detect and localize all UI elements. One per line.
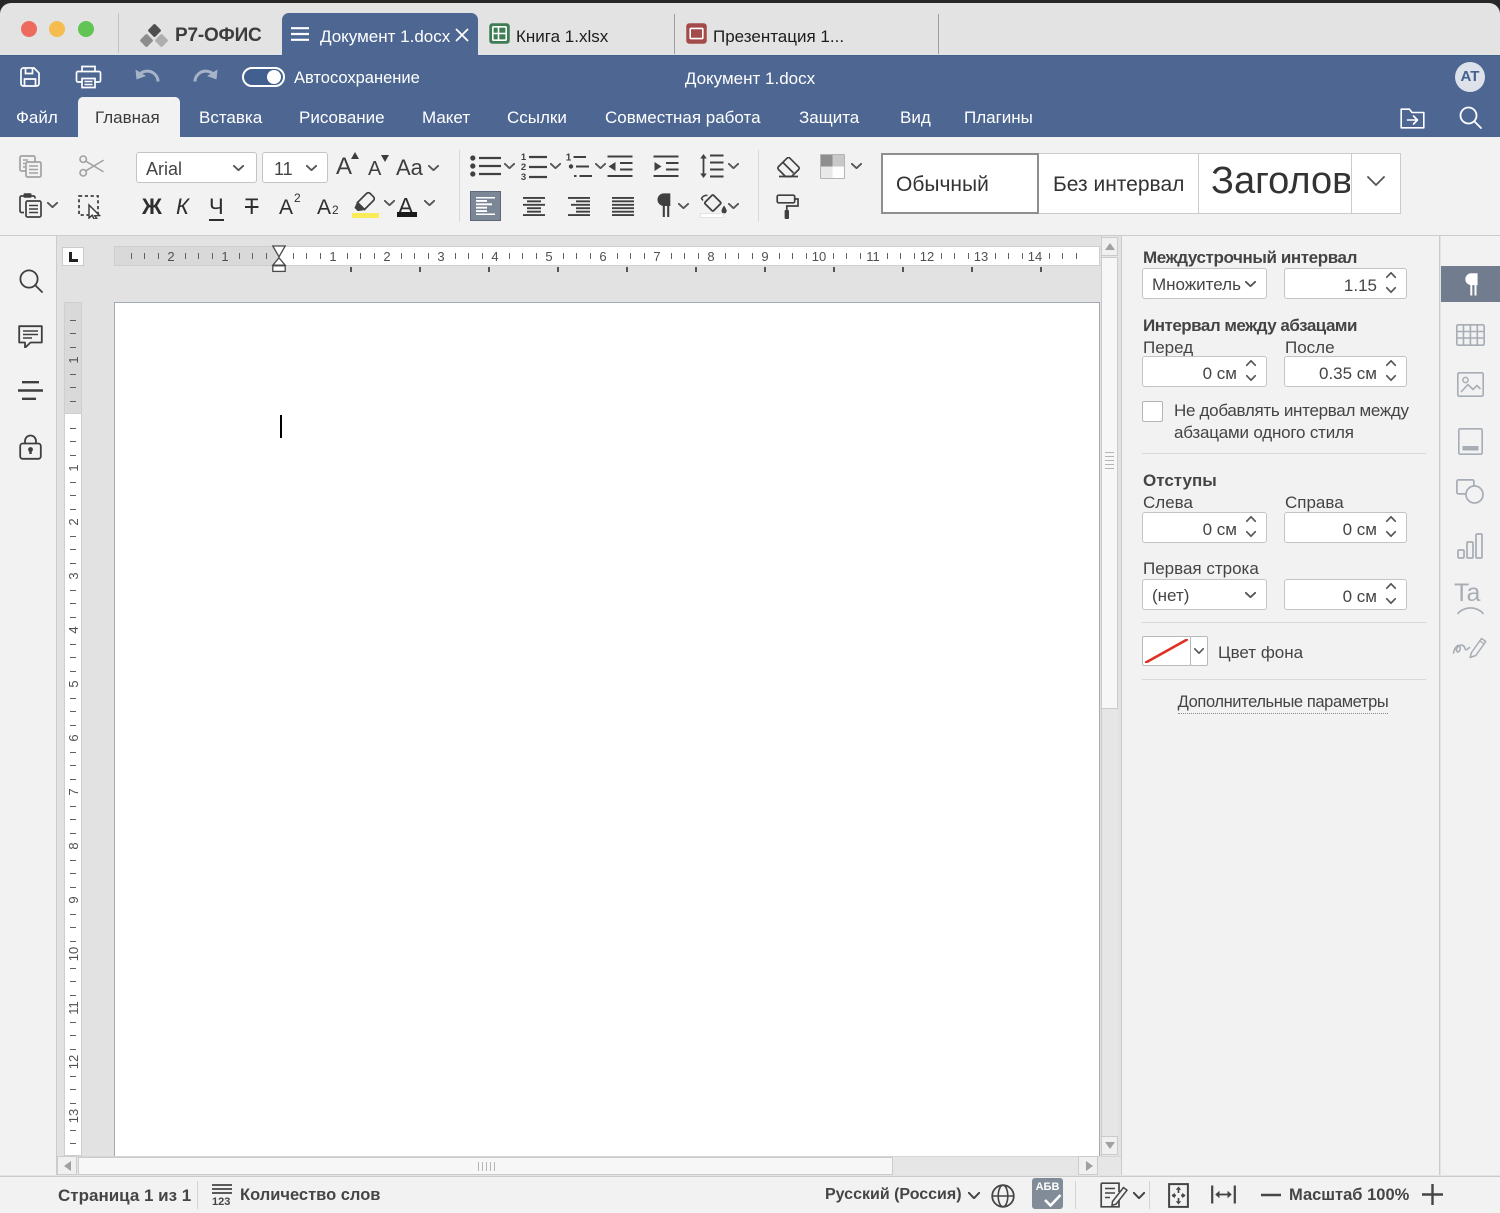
svg-text:1: 1 xyxy=(566,153,572,164)
svg-text:3: 3 xyxy=(521,172,526,180)
svg-text:123: 123 xyxy=(212,1196,230,1205)
